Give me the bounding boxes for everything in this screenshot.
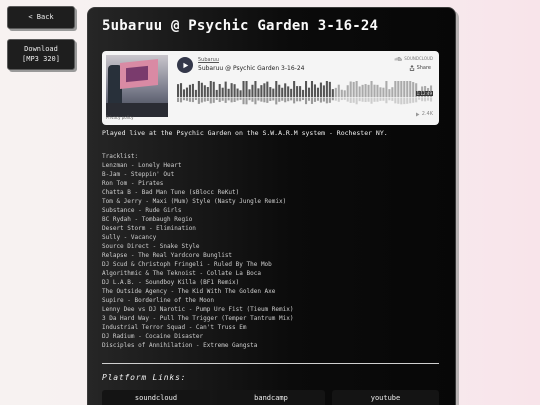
section-divider xyxy=(102,363,439,364)
tracklist-item: The Outside Agency - The Kid With The Go… xyxy=(102,288,276,295)
tracklist-item: Lenzman - Lonely Heart xyxy=(102,162,182,169)
tracklist-item: Desert Storm - Elimination xyxy=(102,225,196,232)
bandcamp-link-button[interactable]: bandcamp xyxy=(217,390,325,405)
track-duration: 1:12:49 xyxy=(415,91,433,96)
tracklist-item: DJ L.A.B. - Soundboy Killa (BF1 Remix) xyxy=(102,279,240,286)
tracklist-item: Substance - Rude Girls xyxy=(102,207,182,214)
tracklist: Tracklist: Lenzman - Lonely Heart B-Jam … xyxy=(102,152,442,350)
tracklist-item: Sully - Vacancy xyxy=(102,234,157,241)
share-icon xyxy=(409,65,414,71)
mix-description: Played live at the Psychic Garden on the… xyxy=(102,129,388,137)
track-artwork[interactable] xyxy=(106,55,168,117)
tracklist-item: Algorithmic & The Teknoist - Collate La … xyxy=(102,270,261,277)
tracklist-item: Tom & Jerry - Maxi (Mum) Style (Nasty Ju… xyxy=(102,198,287,205)
tracklist-item: B-Jam - Steppin' Out xyxy=(102,171,175,178)
page-title: 5ubaruu @ Psychic Garden 3-16-24 xyxy=(102,18,379,34)
tracklist-item: Industrial Terror Squad - Can't Truss Em xyxy=(102,324,247,331)
waveform[interactable] xyxy=(177,81,433,105)
tracklist-item: DJ Radium - Cocaine Disaster xyxy=(102,333,204,340)
soundcloud-logo[interactable]: SOUNDCLOUD xyxy=(393,56,433,61)
play-count-icon xyxy=(415,112,420,116)
share-button[interactable]: Share xyxy=(409,65,431,71)
tracklist-item: Relapse - The Real Yardcore Bunglist xyxy=(102,252,233,259)
download-label: Download xyxy=(24,45,58,54)
tracklist-item: Chatta B - Bad Man Tune (sBlocc ReKut) xyxy=(102,189,240,196)
soundcloud-cloud-icon xyxy=(395,56,403,61)
play-button[interactable] xyxy=(177,57,193,73)
tracklist-heading: Tracklist: xyxy=(102,153,139,160)
tracklist-item: Lenny Dee vs DJ Narotic - Pump Ure Fist … xyxy=(102,306,294,313)
tracklist-item: BC Rydah - Tombaugh Regio xyxy=(102,216,193,223)
player-track-title[interactable]: 5ubaruu @ Psychic Garden 3-16-24 xyxy=(198,65,304,72)
tracklist-item: Source Direct - Snake Style xyxy=(102,243,200,250)
tracklist-item: Ron Tom - Pirates xyxy=(102,180,164,187)
download-format-label: [MP3 320] xyxy=(22,54,60,63)
play-count-value: 2.4K xyxy=(421,111,433,117)
download-mp3-button[interactable]: Download [MP3 320] xyxy=(7,39,75,70)
share-label: Share xyxy=(416,65,431,71)
back-button[interactable]: < Back xyxy=(7,6,75,29)
privacy-policy-link[interactable]: Privacy policy xyxy=(106,115,134,120)
play-icon xyxy=(182,62,188,68)
soundcloud-link-button[interactable]: soundcloud xyxy=(102,390,210,405)
tracklist-item: DJ Scud & Christoph Fringeli - Ruled By … xyxy=(102,261,272,268)
tracklist-item: Supire - Borderline of the Moon xyxy=(102,297,214,304)
mix-detail-card: 5ubaruu @ Psychic Garden 3-16-24 Privacy… xyxy=(87,7,456,405)
tracklist-item: Disciples of Annihilation - Extreme Gang… xyxy=(102,342,258,349)
soundcloud-player: Privacy policy 5ubaruu 5ubaruu @ Psychic… xyxy=(102,51,439,125)
soundcloud-brand-label: SOUNDCLOUD xyxy=(404,56,433,61)
youtube-link-button[interactable]: youtube xyxy=(332,390,439,405)
tracklist-item: 3 Da Hard Way - Pull The Trigger (Temper… xyxy=(102,315,294,322)
player-artist-link[interactable]: 5ubaruu xyxy=(198,57,219,63)
play-count: 2.4K xyxy=(415,111,433,117)
back-button-label: < Back xyxy=(28,12,54,21)
platform-links-heading: Platform Links: xyxy=(102,373,187,382)
